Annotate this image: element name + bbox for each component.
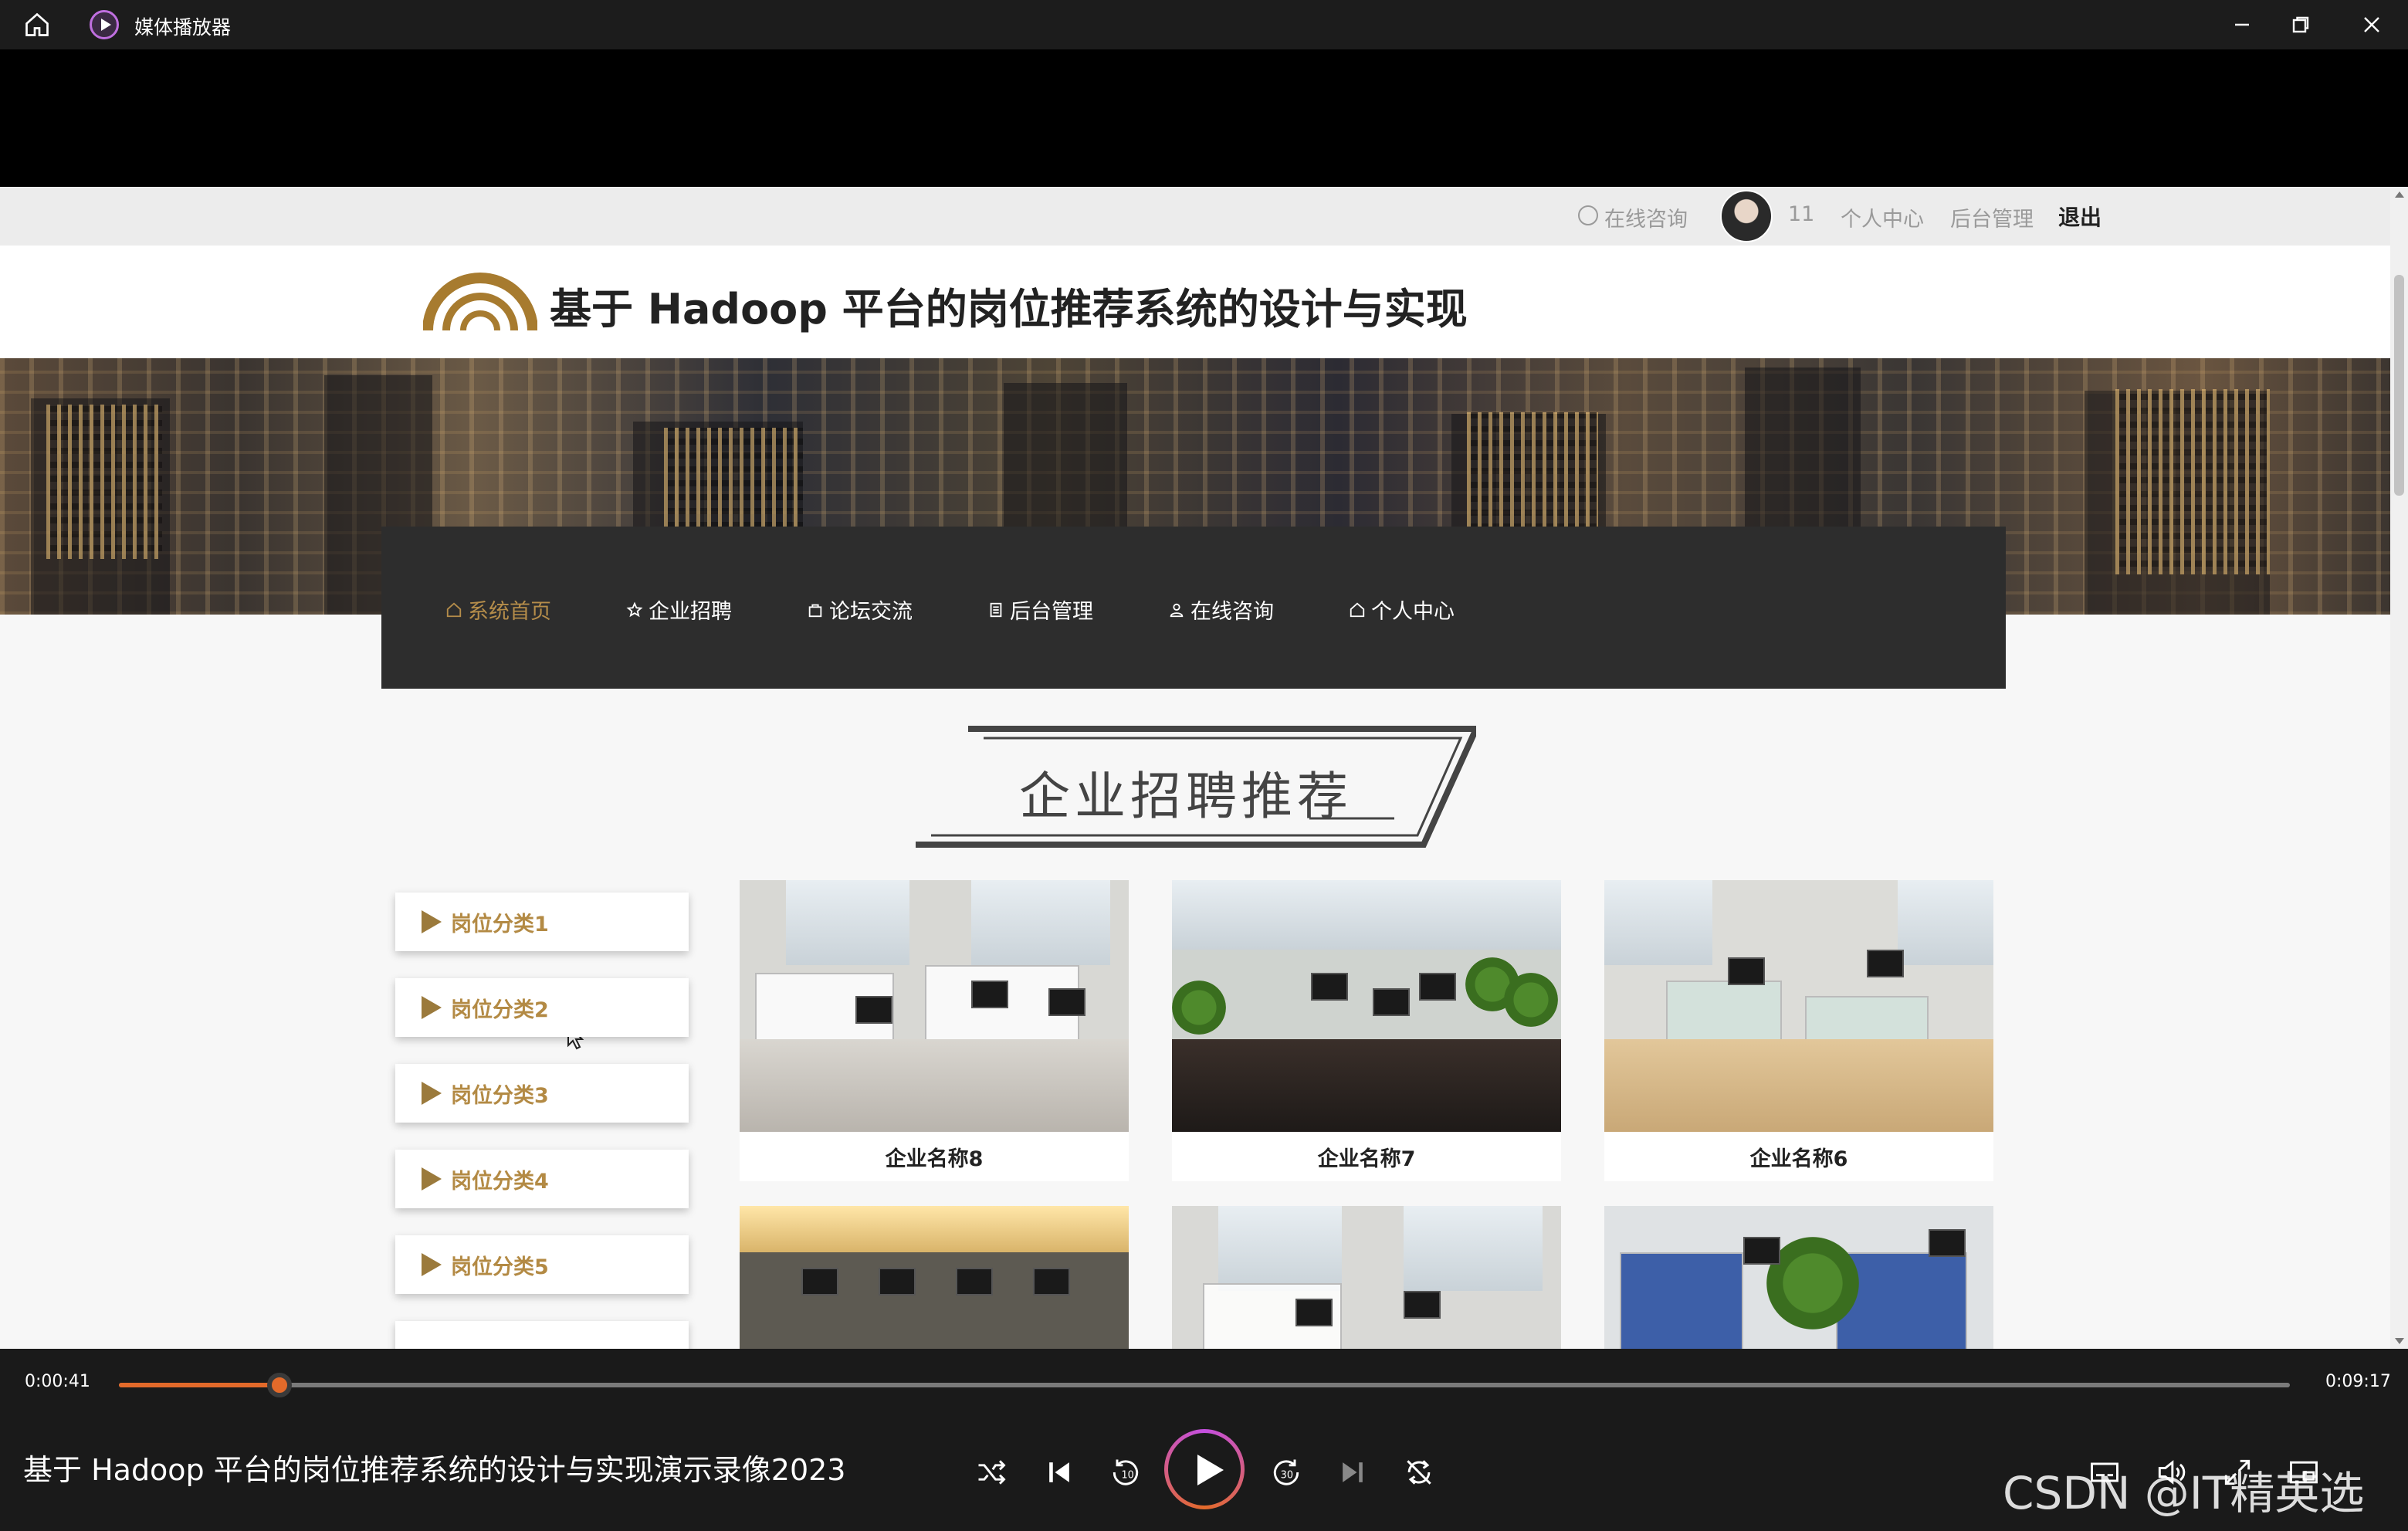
seek-handle[interactable] bbox=[267, 1373, 293, 1397]
company-photo bbox=[1172, 1206, 1561, 1349]
minimize-button[interactable] bbox=[2228, 11, 2256, 39]
category-item[interactable]: 岗位分类1 bbox=[395, 893, 689, 951]
home-icon bbox=[1348, 601, 1367, 619]
site-logo bbox=[422, 261, 538, 335]
nav-personal[interactable]: 个人中心 bbox=[1348, 594, 1455, 625]
current-time: 0:00:41 bbox=[25, 1372, 90, 1391]
triangle-right-icon bbox=[422, 996, 442, 1019]
nav-admin[interactable]: 后台管理 bbox=[987, 594, 1093, 625]
nav-personal-label: 个人中心 bbox=[1371, 600, 1455, 624]
company-card[interactable]: 企业名称6 bbox=[1604, 880, 1993, 1181]
play-button[interactable] bbox=[1164, 1429, 1245, 1509]
main-nav: 系统首页 企业招聘 论坛交流 后台管理 在线咨询 个人中心 bbox=[381, 527, 2006, 689]
company-photo bbox=[1172, 880, 1561, 1132]
previous-button[interactable] bbox=[1042, 1455, 1076, 1489]
category-item[interactable]: 岗位分类3 bbox=[395, 1064, 689, 1123]
nav-forum[interactable]: 论坛交流 bbox=[806, 594, 913, 625]
csdn-watermark: CSDN @IT精英选手 bbox=[2003, 1467, 2365, 1519]
restore-button[interactable] bbox=[2287, 11, 2315, 39]
home-icon bbox=[445, 601, 463, 619]
company-card[interactable] bbox=[1172, 1206, 1561, 1349]
company-card[interactable] bbox=[740, 1206, 1129, 1349]
company-photo bbox=[740, 1206, 1129, 1349]
rewind-10-icon: 10 bbox=[1113, 1459, 1139, 1485]
seek-bar-progress bbox=[119, 1383, 280, 1387]
company-photo bbox=[1604, 1206, 1993, 1349]
company-card[interactable]: 企业名称7 bbox=[1172, 880, 1561, 1181]
site-topbar: 在线咨询 11 个人中心 后台管理 退出 bbox=[0, 187, 2390, 246]
repeat-button[interactable] bbox=[1402, 1455, 1436, 1489]
video-letterbox bbox=[0, 49, 2408, 187]
scroll-thumb[interactable] bbox=[2394, 275, 2404, 496]
player-controls: 0:00:41 0:09:17 基于 Hadoop 平台的岗位推荐系统的设计与实… bbox=[0, 1349, 2408, 1531]
shuffle-icon bbox=[978, 1460, 1006, 1485]
consult-icon bbox=[1578, 205, 1598, 225]
topbar-username: 11 bbox=[1788, 202, 1815, 226]
app-title: 媒体播放器 bbox=[134, 16, 232, 39]
nav-recruitment[interactable]: 企业招聘 bbox=[625, 594, 732, 625]
svg-text:10: 10 bbox=[1122, 1469, 1134, 1481]
company-card[interactable] bbox=[1604, 1206, 1993, 1349]
category-item[interactable]: 岗位分类2 bbox=[395, 978, 689, 1037]
nav-recruitment-label: 企业招聘 bbox=[649, 600, 732, 624]
logout-link[interactable]: 退出 bbox=[2058, 201, 2101, 232]
forward-30-button[interactable]: 30 bbox=[1269, 1455, 1303, 1489]
triangle-right-icon bbox=[422, 910, 442, 933]
close-button[interactable] bbox=[2358, 11, 2386, 39]
rewind-10-button[interactable]: 10 bbox=[1109, 1455, 1143, 1489]
company-card[interactable]: 企业名称8 bbox=[740, 880, 1129, 1181]
company-name: 企业名称8 bbox=[885, 1147, 984, 1171]
repeat-off-icon bbox=[1407, 1460, 1431, 1485]
webpage-frame: 在线咨询 11 个人中心 后台管理 退出 基于 Hadoop 平台的岗位推荐系统… bbox=[0, 187, 2390, 1349]
scroll-up-icon[interactable] bbox=[2395, 191, 2404, 198]
star-icon bbox=[625, 601, 644, 619]
nav-consult[interactable]: 在线咨询 bbox=[1167, 594, 1274, 625]
topbar-consult-link[interactable]: 在线咨询 bbox=[1604, 202, 1688, 232]
video-title: 基于 Hadoop 平台的岗位推荐系统的设计与实现演示录像2023 bbox=[23, 1453, 846, 1487]
topbar-personal-link[interactable]: 个人中心 bbox=[1841, 202, 1924, 232]
seek-bar[interactable] bbox=[119, 1373, 2290, 1397]
category-item[interactable]: 岗位分类4 bbox=[395, 1150, 689, 1208]
section-title-frame: 企业招聘推荐 bbox=[916, 726, 1476, 857]
company-photo bbox=[1604, 880, 1993, 1132]
play-icon bbox=[1168, 1433, 1241, 1506]
list-icon bbox=[987, 601, 1005, 619]
site-header: 基于 Hadoop 平台的岗位推荐系统的设计与实现 bbox=[0, 246, 2390, 358]
svg-text:30: 30 bbox=[1281, 1469, 1293, 1481]
nav-home[interactable]: 系统首页 bbox=[445, 594, 551, 625]
topbar-admin-link[interactable]: 后台管理 bbox=[1950, 202, 2034, 232]
triangle-right-icon bbox=[422, 1167, 442, 1191]
scroll-down-icon[interactable] bbox=[2395, 1338, 2404, 1344]
media-player-app-icon bbox=[90, 10, 119, 39]
site-title: 基于 Hadoop 平台的岗位推荐系统的设计与实现 bbox=[550, 285, 1468, 334]
skip-next-icon bbox=[1343, 1462, 1363, 1482]
triangle-right-icon bbox=[422, 1253, 442, 1276]
company-photo bbox=[740, 880, 1129, 1132]
skip-previous-icon bbox=[1049, 1462, 1069, 1482]
page-scrollbar[interactable] bbox=[2390, 187, 2408, 1349]
user-avatar[interactable] bbox=[1720, 190, 1773, 242]
forward-30-icon: 30 bbox=[1273, 1459, 1299, 1485]
nav-consult-label: 在线咨询 bbox=[1190, 600, 1274, 624]
nav-forum-label: 论坛交流 bbox=[829, 600, 913, 624]
nav-admin-label: 后台管理 bbox=[1010, 600, 1093, 624]
triangle-right-icon bbox=[422, 1082, 442, 1105]
home-icon[interactable] bbox=[23, 11, 51, 39]
nav-home-label: 系统首页 bbox=[468, 600, 551, 624]
company-name: 企业名称7 bbox=[1317, 1147, 1416, 1171]
category-item[interactable]: 岗位分类5 bbox=[395, 1235, 689, 1294]
section-title: 企业招聘推荐 bbox=[1019, 767, 1353, 826]
user-icon bbox=[1167, 601, 1186, 619]
shuffle-button[interactable] bbox=[974, 1455, 1008, 1489]
category-item[interactable] bbox=[395, 1321, 689, 1349]
player-titlebar: 媒体播放器 bbox=[0, 0, 2408, 49]
total-time: 0:09:17 bbox=[2325, 1372, 2391, 1391]
company-name: 企业名称6 bbox=[1749, 1147, 1848, 1171]
bag-icon bbox=[806, 601, 825, 619]
next-button[interactable] bbox=[1336, 1455, 1370, 1489]
